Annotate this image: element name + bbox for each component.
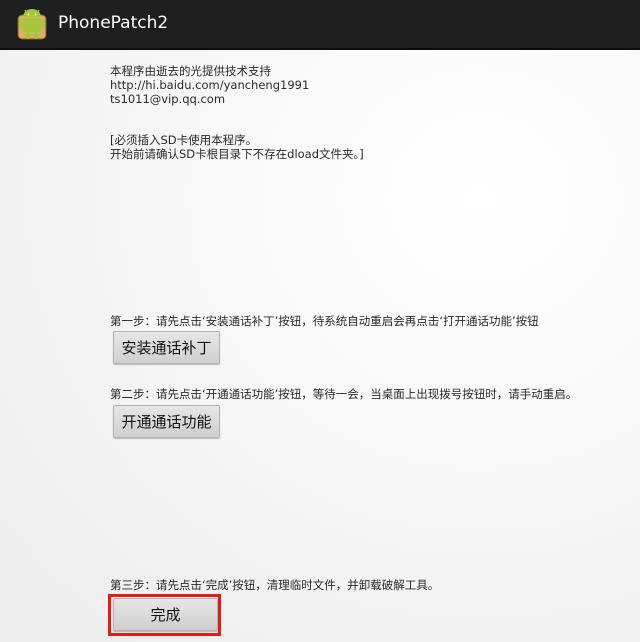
- notice-line-2: 开始前请确认SD卡根目录下不存在dload文件夹。]: [110, 147, 364, 161]
- notice-line-1: [必须插入SD卡使用本程序。: [110, 133, 258, 147]
- main-content: [0, 50, 640, 642]
- intro-line-1: 本程序由逝去的光提供技术支持: [110, 64, 271, 78]
- enable-calling-button[interactable]: 开通通话功能: [113, 405, 220, 438]
- step1-text: 第一步：请先点击‘安装通话补丁’按钮，待系统自动重启会再点击‘打开通话功能’按钮: [110, 314, 539, 328]
- android-robot-icon[interactable]: [14, 5, 50, 43]
- done-button-highlight: [108, 594, 221, 636]
- intro-link-url[interactable]: http://hi.baidu.com/yancheng1991: [110, 78, 309, 92]
- action-bar: PhonePatch2: [0, 0, 640, 50]
- step3-text: 第三步：请先点击‘完成’按钮，清理临时文件，并卸载破解工具。: [110, 578, 440, 592]
- install-patch-button[interactable]: 安装通话补丁: [113, 331, 220, 364]
- step2-text: 第二步：请先点击‘开通通话功能’按钮，等待一会，当桌面上出现拨号按钮时，请手动重…: [110, 387, 578, 401]
- app-title: PhonePatch2: [58, 13, 169, 33]
- intro-email[interactable]: ts1011@vip.qq.com: [110, 92, 225, 106]
